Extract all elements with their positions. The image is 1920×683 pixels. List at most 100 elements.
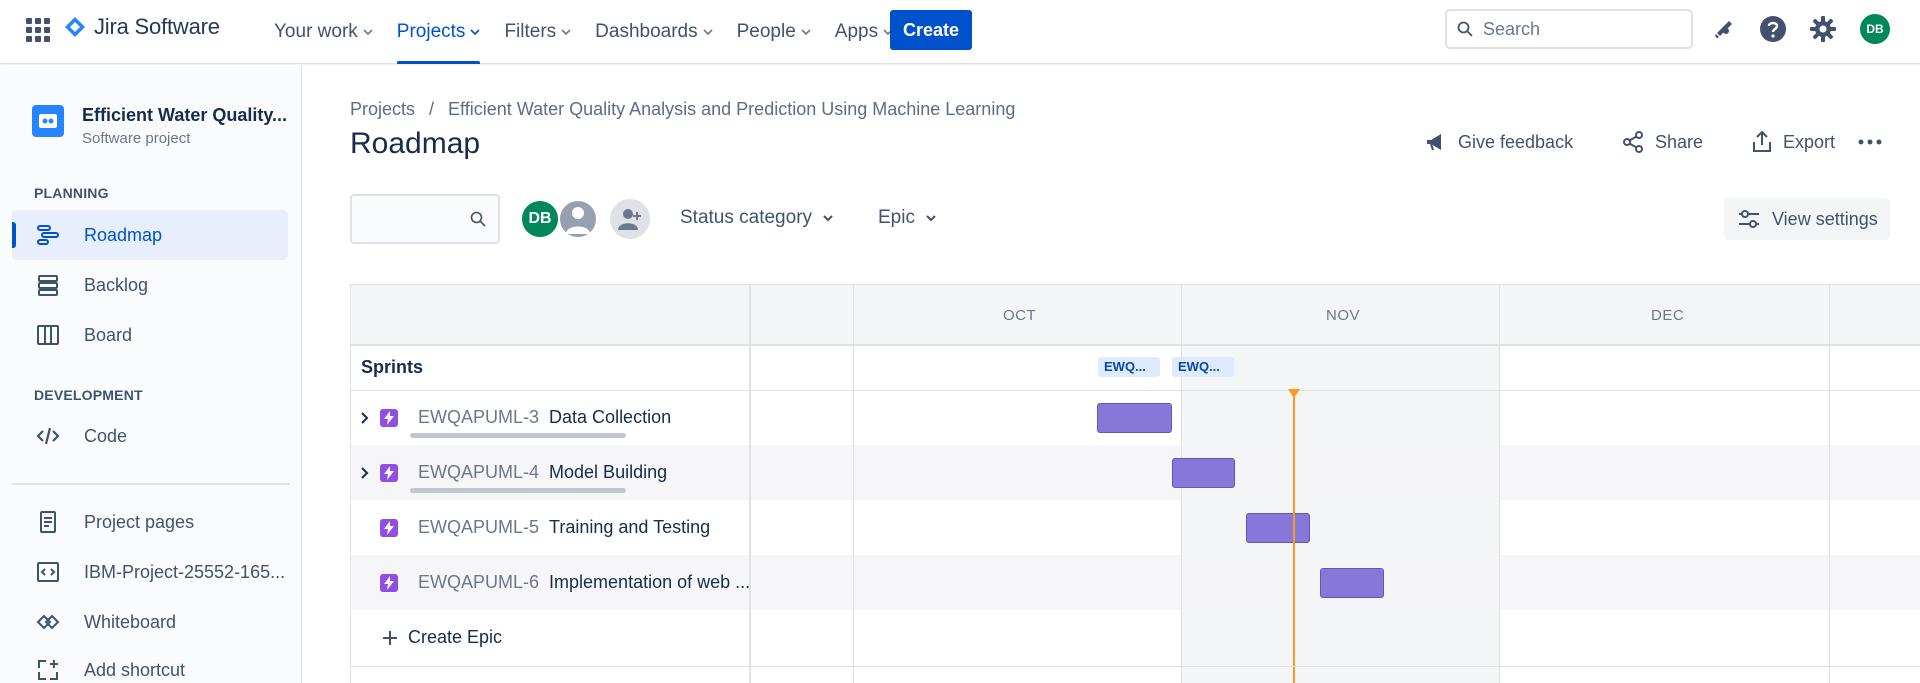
chevron-down-icon <box>561 29 571 36</box>
give-feedback-label: Give feedback <box>1458 131 1574 152</box>
view-settings-label: View settings <box>1772 208 1878 229</box>
help-icon[interactable] <box>1758 14 1788 44</box>
app-switcher-icon[interactable] <box>26 18 50 42</box>
sprint-chip[interactable]: EWQ... <box>1098 357 1160 377</box>
project-name: Efficient Water Quality... <box>82 105 288 125</box>
sidebar-item-whiteboard[interactable]: Whiteboard <box>12 597 288 647</box>
nav-your-work-label: Your work <box>274 21 358 42</box>
epic-row[interactable]: EWQAPUML-3 Data Collection <box>380 407 671 428</box>
export-icon <box>1753 130 1771 152</box>
sidebar-item-label: IBM-Project-25552-165... <box>84 561 286 582</box>
view-settings-button[interactable]: View settings <box>1724 198 1890 240</box>
global-search[interactable] <box>1445 9 1693 49</box>
chevron-down-icon <box>363 29 373 36</box>
status-category-label: Status category <box>680 207 813 228</box>
sliders-icon <box>1739 210 1759 228</box>
sprint-row-top-border <box>351 345 1920 346</box>
sprints-label: Sprints <box>361 357 424 377</box>
epic-row[interactable]: EWQAPUML-5 Training and Testing <box>380 517 710 538</box>
add-people-button[interactable] <box>610 199 650 239</box>
jira-logo[interactable]: Jira Software <box>64 14 220 40</box>
jira-diamond-icon <box>65 17 85 37</box>
search-icon <box>470 211 486 227</box>
code-icon <box>34 422 62 450</box>
sidebar-item-project-pages[interactable]: Project pages <box>12 497 288 547</box>
epic-row[interactable]: EWQAPUML-6 Implementation of web ... <box>380 572 750 593</box>
add-shortcut-icon <box>34 656 62 683</box>
status-category-dropdown[interactable]: Status category <box>680 207 834 229</box>
sidebar-item-code[interactable]: Code <box>12 411 288 461</box>
create-button[interactable]: Create <box>890 10 972 50</box>
epic-summary: Model Building <box>549 462 668 482</box>
sidebar-item-backlog[interactable]: Backlog <box>12 260 288 310</box>
breadcrumb-projects[interactable]: Projects <box>350 99 415 120</box>
whiteboard-icon <box>34 608 62 636</box>
sidebar-item-repository[interactable]: IBM-Project-25552-165... <box>12 547 288 597</box>
epic-lightning-icon <box>380 573 398 592</box>
search-input[interactable] <box>1483 18 1673 40</box>
page-title: Roadmap <box>350 127 481 160</box>
export-button[interactable]: Export <box>1751 130 1835 154</box>
epic-key[interactable]: EWQAPUML-6 <box>418 572 539 593</box>
month-label-oct: OCT <box>1003 307 1037 324</box>
avatar-db[interactable]: DB <box>520 199 560 239</box>
project-header[interactable]: Efficient Water Quality... Software proj… <box>32 105 287 147</box>
nav-apps-label: Apps <box>834 21 879 42</box>
breadcrumb-project[interactable]: Efficient Water Quality Analysis and Pre… <box>448 99 1015 120</box>
sidebar-item-roadmap[interactable]: Roadmap <box>12 210 288 260</box>
board-icon <box>34 321 62 349</box>
epic-lightning-icon <box>380 408 398 427</box>
avatar-unassigned[interactable] <box>558 199 598 239</box>
user-avatar[interactable]: DB <box>1860 14 1890 44</box>
epic-row[interactable]: EWQAPUML-4 Model Building <box>380 462 667 483</box>
sidebar-item-board[interactable]: Board <box>12 310 288 360</box>
sidebar-item-add-shortcut[interactable]: Add shortcut <box>12 645 288 683</box>
epic-timeline-bar[interactable] <box>1320 568 1384 598</box>
nav-dashboards[interactable]: Dashboards <box>583 0 724 64</box>
sidebar-item-label: Code <box>84 425 128 446</box>
megaphone-icon <box>1427 134 1441 151</box>
epic-dropdown[interactable]: Epic <box>878 207 937 229</box>
sidebar-item-label: Backlog <box>84 274 149 295</box>
chevron-down-icon <box>926 215 936 222</box>
project-sidebar: Efficient Water Quality... Software proj… <box>0 65 302 683</box>
chevron-right-icon[interactable] <box>358 466 372 480</box>
roadmap-icon <box>34 221 62 249</box>
epic-key[interactable]: EWQAPUML-3 <box>418 407 539 428</box>
today-marker-icon <box>1288 389 1300 398</box>
notifications-icon[interactable] <box>1709 14 1739 44</box>
chevron-down-icon <box>801 29 811 36</box>
chevron-down-icon <box>703 29 713 36</box>
create-epic-button[interactable]: Create Epic <box>382 627 502 648</box>
nav-projects[interactable]: Projects <box>385 0 493 64</box>
page-icon <box>34 508 62 536</box>
epic-summary: Training and Testing <box>549 517 711 537</box>
epic-timeline-bar[interactable] <box>1246 513 1310 543</box>
timeline-header <box>351 285 1920 345</box>
share-button[interactable]: Share <box>1621 130 1703 154</box>
share-icon <box>1623 131 1643 153</box>
settings-gear-icon[interactable] <box>1808 14 1838 44</box>
repo-icon <box>34 558 62 586</box>
more-actions-icon[interactable] <box>1858 132 1882 152</box>
nav-filters[interactable]: Filters <box>492 0 583 64</box>
nav-people[interactable]: People <box>725 0 823 64</box>
epic-timeline-bar[interactable] <box>1097 403 1172 433</box>
sidebar-divider <box>12 483 290 485</box>
sprint-chip[interactable]: EWQ... <box>1172 357 1234 377</box>
roadmap-search-input[interactable] <box>350 194 500 244</box>
development-heading: DEVELOPMENT <box>34 387 143 403</box>
export-label: Export <box>1783 131 1836 152</box>
nav-your-work[interactable]: Your work <box>262 0 385 64</box>
chevron-right-icon[interactable] <box>358 411 372 425</box>
month-label-nov: NOV <box>1326 307 1361 324</box>
epic-key[interactable]: EWQAPUML-5 <box>418 517 539 538</box>
today-marker-line <box>1293 392 1295 683</box>
epic-timeline-bar[interactable] <box>1172 458 1235 488</box>
share-label: Share <box>1655 131 1704 152</box>
epic-filter-label: Epic <box>878 207 915 228</box>
breadcrumb-separator: / <box>429 99 435 119</box>
give-feedback-button[interactable]: Give feedback <box>1424 130 1573 154</box>
epic-key[interactable]: EWQAPUML-4 <box>418 462 539 483</box>
nav-people-label: People <box>736 21 796 42</box>
